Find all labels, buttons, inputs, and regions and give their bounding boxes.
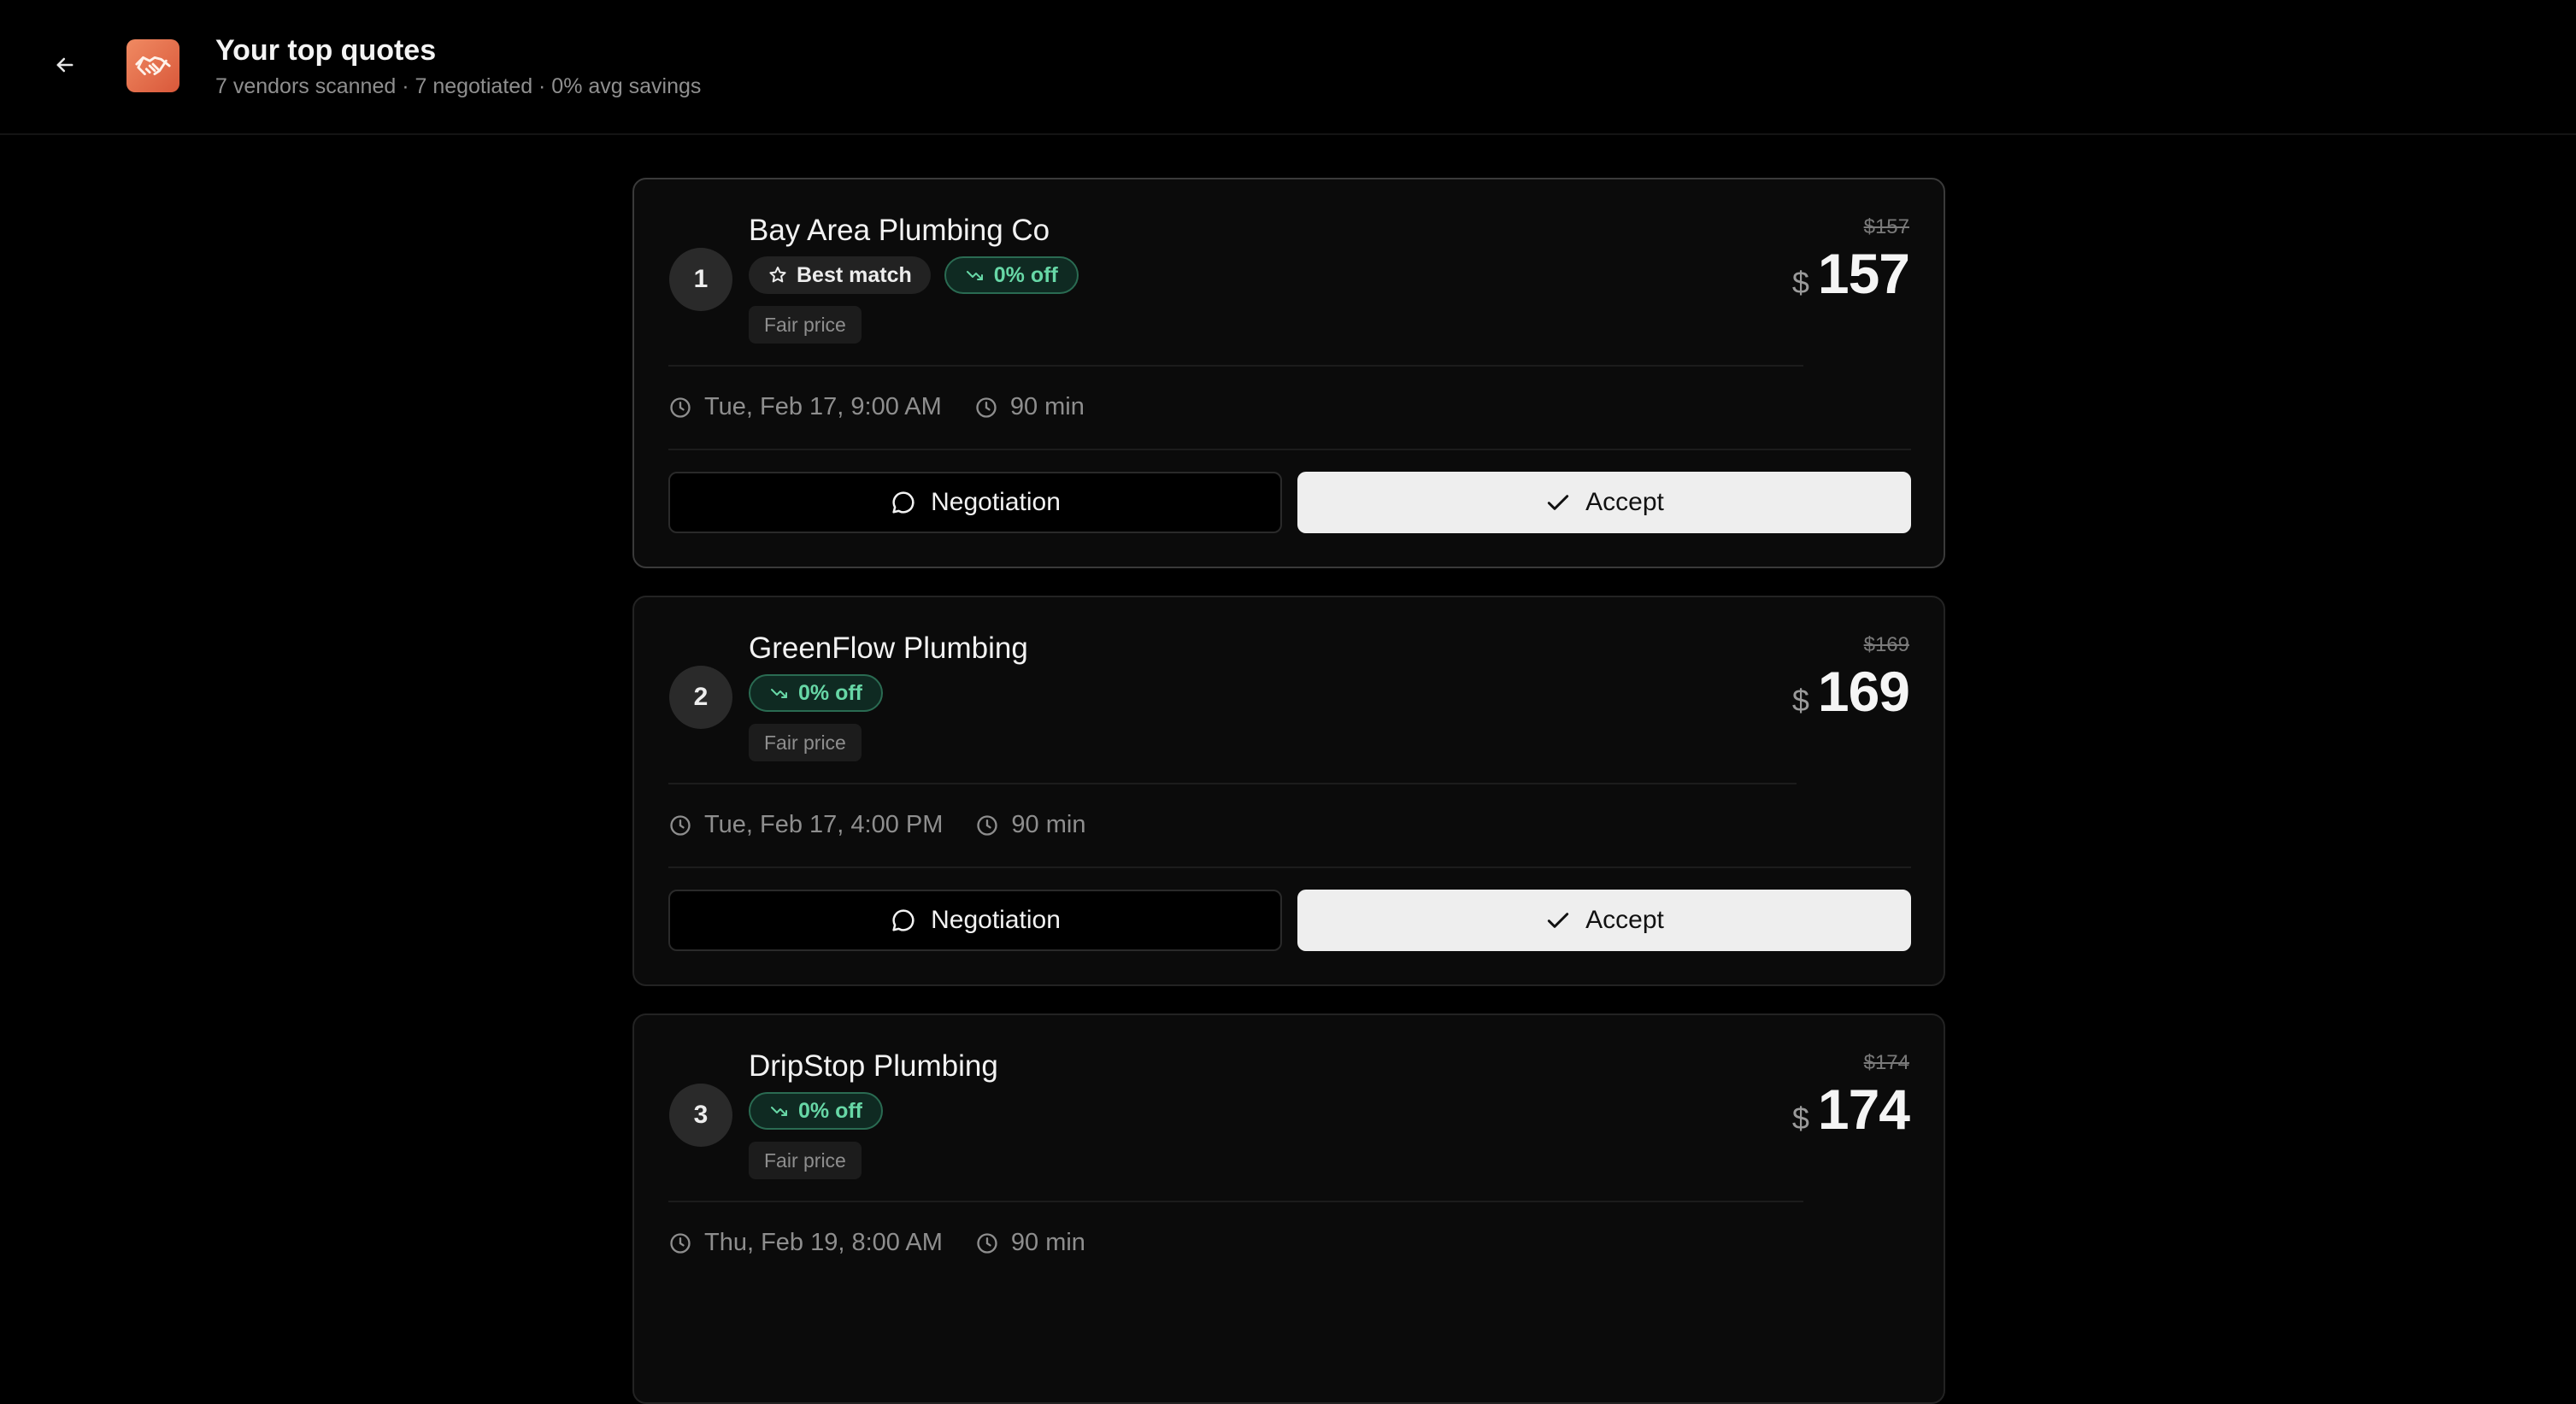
quote-card: 1 Bay Area Plumbing Co Best match 0% off…: [632, 178, 1945, 568]
price-amount: 169: [1817, 660, 1910, 723]
negotiation-button[interactable]: Negotiation: [668, 890, 1282, 951]
quote-price: $ 157: [1791, 241, 1910, 306]
accept-button[interactable]: Accept: [1297, 890, 1911, 951]
currency-symbol: $: [1791, 1101, 1809, 1136]
best-match-badge: Best match: [749, 256, 931, 294]
discount-badge: 0% off: [749, 1092, 883, 1130]
quote-price: $ 169: [1791, 659, 1910, 724]
trending-down-icon: [769, 683, 790, 703]
appointment-time: Thu, Feb 19, 8:00 AM: [668, 1229, 943, 1257]
appointment-time: Tue, Feb 17, 4:00 PM: [668, 811, 943, 839]
original-price: $169: [1863, 633, 1909, 656]
fair-price-tag: Fair price: [749, 306, 862, 344]
job-duration: 90 min: [974, 393, 1085, 421]
trending-down-icon: [965, 265, 985, 285]
currency-symbol: $: [1791, 265, 1809, 300]
vendor-name: DripStop Plumbing: [749, 1049, 998, 1083]
check-icon: [1544, 907, 1572, 934]
page-title: Your top quotes: [215, 34, 437, 67]
rank-badge: 3: [669, 1084, 732, 1147]
price-amount: 157: [1817, 242, 1910, 305]
negotiation-button[interactable]: Negotiation: [668, 472, 1282, 533]
back-button[interactable]: [48, 48, 82, 82]
quote-card: 3 DripStop Plumbing 0% off Fair price $1…: [632, 1013, 1945, 1404]
chat-bubble-icon: [890, 907, 917, 934]
fair-price-tag: Fair price: [749, 1142, 862, 1179]
discount-badge: 0% off: [944, 256, 1079, 294]
quote-card: 2 GreenFlow Plumbing 0% off Fair price $…: [632, 596, 1945, 986]
check-icon: [1544, 489, 1572, 516]
divider: [668, 1201, 1803, 1202]
star-icon: [768, 265, 788, 285]
clock-icon: [668, 396, 692, 420]
original-price: $174: [1863, 1051, 1909, 1074]
arrow-left-icon: [53, 53, 77, 77]
clock-icon: [668, 814, 692, 837]
price-amount: 174: [1817, 1078, 1910, 1141]
divider: [668, 365, 1803, 367]
handshake-icon: [126, 39, 179, 92]
discount-badge: 0% off: [749, 674, 883, 712]
page-subtitle: 7 vendors scanned · 7 negotiated · 0% av…: [215, 74, 702, 98]
clock-icon: [975, 814, 999, 837]
appointment-time: Tue, Feb 17, 9:00 AM: [668, 393, 942, 421]
divider: [668, 449, 1911, 450]
rank-badge: 1: [669, 248, 732, 311]
clock-icon: [975, 1231, 999, 1255]
currency-symbol: $: [1791, 683, 1809, 718]
accept-button[interactable]: Accept: [1297, 472, 1911, 533]
rank-badge: 2: [669, 666, 732, 729]
divider: [668, 783, 1797, 784]
clock-icon: [974, 396, 998, 420]
quote-price: $ 174: [1791, 1077, 1910, 1142]
divider: [668, 866, 1911, 868]
job-duration: 90 min: [975, 1229, 1085, 1257]
clock-icon: [668, 1231, 692, 1255]
job-duration: 90 min: [975, 811, 1085, 839]
top-bar: Your top quotes 7 vendors scanned · 7 ne…: [0, 0, 2576, 135]
vendor-name: Bay Area Plumbing Co: [749, 214, 1050, 247]
chat-bubble-icon: [890, 489, 917, 516]
trending-down-icon: [769, 1101, 790, 1121]
vendor-name: GreenFlow Plumbing: [749, 632, 1028, 665]
original-price: $157: [1863, 215, 1909, 238]
fair-price-tag: Fair price: [749, 724, 862, 761]
